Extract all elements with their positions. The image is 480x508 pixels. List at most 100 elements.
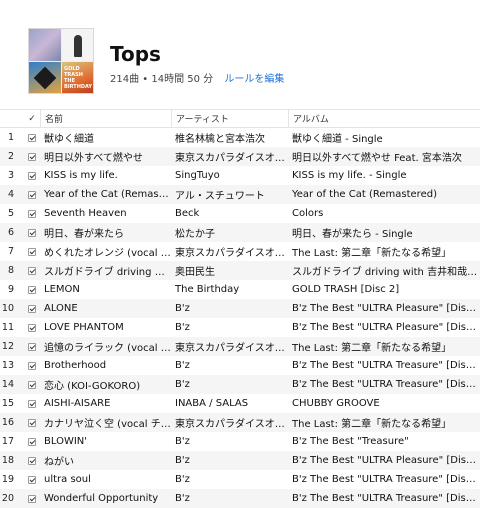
header-check[interactable]: ✓ — [24, 114, 40, 124]
checkmark-icon — [28, 437, 36, 446]
row-checkbox[interactable] — [24, 247, 40, 256]
song-artist: 奥田民生 — [175, 267, 215, 278]
song-album: 明日以外すべて燃やせ Feat. 宮本浩次 — [292, 153, 462, 164]
checkmark-icon — [28, 266, 36, 275]
table-row[interactable]: 3 KISS is my life. SingTuyo KISS is my life… — [0, 166, 480, 185]
song-table: ✓ 名前 アーティスト アルバム 1 獣ゆく細道 椎名林檎と宮本浩次 獣ゆく細道 - … — [0, 109, 480, 508]
table-row[interactable]: 16 カナリヤ泣く空 (vocal チバユウスケ) 東京スカパラダイスオーケストラ T… — [0, 413, 480, 432]
song-album: B'z The Best "ULTRA Pleasure" [Disc 1] — [292, 322, 480, 333]
song-album: B'z The Best "ULTRA Treasure" [Disc 1] — [292, 379, 480, 390]
row-checkbox[interactable] — [24, 209, 40, 218]
song-name: Brotherhood — [44, 360, 107, 371]
table-row[interactable]: 17 BLOWIN' B'z B'z The Best "Treasure" — [0, 432, 480, 451]
row-checkbox[interactable] — [24, 285, 40, 294]
song-name: Seventh Heaven — [44, 208, 127, 219]
song-name: めくれたオレンジ (vocal 田島貴男) — [44, 248, 171, 259]
row-checkbox[interactable] — [24, 323, 40, 332]
song-album: The Last: 第二章「新たなる希望」 — [292, 248, 452, 259]
table-row[interactable]: 12 追憶のライラック (vocal ハナレグミ) 東京スカパラダイスオーケストラ T… — [0, 337, 480, 356]
song-artist: B'z — [175, 360, 190, 371]
song-artist: 松たか子 — [175, 229, 215, 240]
artwork-tile-3 — [29, 62, 61, 93]
song-album: 明日、春が来たら - Single — [292, 229, 413, 240]
table-row[interactable]: 2 明日以外すべて燃やせ 東京スカパラダイスオーケストラ明日以外すべて燃やせ Fea… — [0, 147, 480, 166]
row-checkbox[interactable] — [24, 133, 40, 142]
table-row[interactable]: 13 Brotherhood B'z B'z The Best "ULTRA Trea… — [0, 356, 480, 375]
song-artist: アル・スチュワート — [175, 191, 265, 202]
table-row[interactable]: 8 スルガドライブ driving with 吉井和哉奥田民生 スルガドライブ dr… — [0, 261, 480, 280]
table-row[interactable]: 4 Year of the Cat (Remastered) アル・スチュワート Ye… — [0, 185, 480, 204]
song-artist: B'z — [175, 303, 190, 314]
table-row[interactable]: 7 めくれたオレンジ (vocal 田島貴男) 東京スカパラダイスオーケストラ The… — [0, 242, 480, 261]
row-number: 12 — [1, 341, 14, 352]
song-artist: Beck — [175, 208, 200, 219]
table-row[interactable]: 5 Seventh Heaven Beck Colors — [0, 204, 480, 223]
row-checkbox[interactable] — [24, 361, 40, 370]
row-number: 2 — [7, 151, 14, 162]
song-album: スルガドライブ driving with 吉井和哉 - Single — [292, 267, 480, 278]
edit-rules-link[interactable]: ルールを編集 — [224, 74, 284, 85]
row-checkbox[interactable] — [24, 456, 40, 465]
table-row[interactable]: 11 LOVE PHANTOM B'z B'z The Best "ULTRA Ple… — [0, 318, 480, 337]
checkmark-icon — [28, 418, 36, 427]
song-artist: B'z — [175, 379, 190, 390]
row-checkbox[interactable] — [24, 228, 40, 237]
row-checkbox[interactable] — [24, 399, 40, 408]
playlist-header: GOLD TRASH THE BIRTHDAY Tops 214曲 • 14時間… — [0, 0, 480, 108]
table-row[interactable]: 14 恋心 (KOI-GOKORO) B'z B'z The Best "ULTRA … — [0, 375, 480, 394]
row-checkbox[interactable] — [24, 171, 40, 180]
table-row[interactable]: 18 ねがい B'z B'z The Best "ULTRA Pleasure" [D… — [0, 451, 480, 470]
song-album: KISS is my life. - Single — [292, 170, 407, 181]
header-artist[interactable]: アーティスト — [171, 109, 288, 128]
song-album: B'z The Best "ULTRA Treasure" [Disc 2] — [292, 360, 480, 371]
row-checkbox[interactable] — [24, 190, 40, 199]
song-album: Year of the Cat (Remastered) — [292, 189, 437, 200]
table-row[interactable]: 15 AISHI-AISARE INABA / SALAS CHUBBY GROOVE — [0, 394, 480, 413]
row-number: 14 — [1, 379, 14, 390]
song-artist: The Birthday — [175, 284, 240, 295]
header-name[interactable]: 名前 — [40, 109, 171, 128]
table-row[interactable]: 19 ultra soul B'z B'z The Best "ULTRA Treas… — [0, 470, 480, 489]
song-album: B'z The Best "ULTRA Treasure" [Disc 1] — [292, 493, 480, 504]
song-artist: INABA / SALAS — [175, 398, 249, 409]
table-body: 1 獣ゆく細道 椎名林檎と宮本浩次 獣ゆく細道 - Single 2 明日以外すべて燃やせ… — [0, 128, 480, 508]
playlist-artwork[interactable]: GOLD TRASH THE BIRTHDAY — [28, 28, 94, 94]
checkmark-icon — [28, 190, 36, 199]
song-album: B'z The Best "ULTRA Pleasure" [Disc 1] — [292, 303, 480, 314]
checkmark-icon — [28, 456, 36, 465]
song-name: 獣ゆく細道 — [44, 134, 94, 145]
playlist-title: Tops — [110, 42, 161, 66]
checkmark-icon — [28, 133, 36, 142]
header-album[interactable]: アルバム — [288, 109, 480, 128]
row-checkbox[interactable] — [24, 475, 40, 484]
table-row[interactable]: 1 獣ゆく細道 椎名林檎と宮本浩次 獣ゆく細道 - Single — [0, 128, 480, 147]
song-artist: B'z — [175, 474, 190, 485]
row-checkbox[interactable] — [24, 437, 40, 446]
song-album: GOLD TRASH [Disc 2] — [292, 284, 400, 295]
checkmark-icon — [28, 475, 36, 484]
row-checkbox[interactable] — [24, 152, 40, 161]
song-album: B'z The Best "ULTRA Treasure" [Disc 2] — [292, 474, 480, 485]
row-number: 20 — [1, 493, 14, 504]
table-row[interactable]: 6 明日、春が来たら 松たか子 明日、春が来たら - Single — [0, 223, 480, 242]
checkmark-icon — [28, 342, 36, 351]
checkmark-icon — [28, 380, 36, 389]
table-row[interactable]: 9 LEMON The Birthday GOLD TRASH [Disc 2] — [0, 280, 480, 299]
checkmark-icon — [28, 171, 36, 180]
table-row[interactable]: 20 Wonderful Opportunity B'z B'z The Best "… — [0, 489, 480, 508]
song-artist: B'z — [175, 455, 190, 466]
row-checkbox[interactable] — [24, 304, 40, 313]
checkmark-icon — [28, 304, 36, 313]
song-name: 恋心 (KOI-GOKORO) — [44, 381, 141, 392]
song-name: LOVE PHANTOM — [44, 322, 124, 333]
row-number: 18 — [1, 455, 14, 466]
song-name: LEMON — [44, 284, 80, 295]
song-album: Colors — [292, 208, 324, 219]
row-checkbox[interactable] — [24, 418, 40, 427]
row-checkbox[interactable] — [24, 266, 40, 275]
row-checkbox[interactable] — [24, 342, 40, 351]
row-checkbox[interactable] — [24, 380, 40, 389]
song-album: The Last: 第二章「新たなる希望」 — [292, 343, 452, 354]
song-name: ALONE — [44, 303, 78, 314]
table-row[interactable]: 10 ALONE B'z B'z The Best "ULTRA Pleasure" … — [0, 299, 480, 318]
